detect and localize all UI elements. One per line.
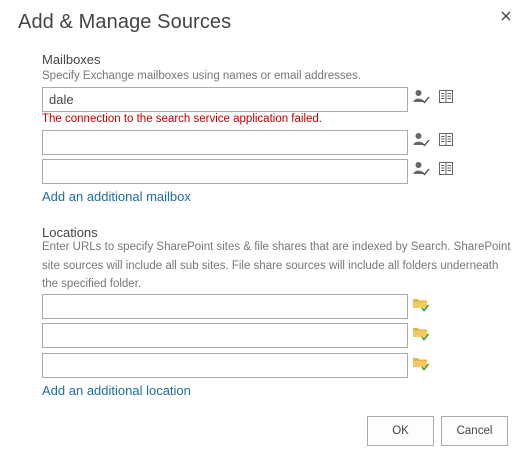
add-manage-sources-dialog: Add & Manage Sources Mailboxes Specify E… — [0, 0, 526, 453]
address-book-icon — [439, 90, 453, 103]
mailbox-input-1[interactable]: dale — [42, 87, 408, 112]
mailbox-error-message: The connection to the search service app… — [42, 113, 322, 125]
mailbox-input-3[interactable] — [42, 159, 408, 184]
check-names-button-3[interactable] — [412, 160, 430, 178]
cancel-button[interactable]: Cancel — [441, 416, 508, 446]
close-icon — [501, 11, 511, 21]
address-book-button-3[interactable] — [437, 160, 455, 178]
mailbox-input-1-value: dale — [49, 92, 74, 107]
check-names-button-1[interactable] — [412, 88, 430, 106]
location-input-2[interactable] — [42, 323, 408, 348]
folder-check-icon — [413, 299, 430, 312]
browse-location-button-1[interactable] — [412, 295, 430, 313]
mailboxes-description: Specify Exchange mailboxes using names o… — [42, 70, 361, 82]
browse-location-button-3[interactable] — [412, 354, 430, 372]
check-names-icon — [413, 90, 430, 104]
browse-location-button-2[interactable] — [412, 324, 430, 342]
address-book-icon — [439, 133, 453, 146]
location-input-1[interactable] — [42, 294, 408, 319]
add-location-link[interactable]: Add an additional location — [42, 383, 191, 398]
locations-description-line-1: Enter URLs to specify SharePoint sites &… — [42, 241, 511, 253]
folder-check-icon — [413, 328, 430, 341]
folder-check-icon — [413, 358, 430, 371]
address-book-button-1[interactable] — [437, 88, 455, 106]
mailbox-input-2[interactable] — [42, 130, 408, 155]
dialog-title: Add & Manage Sources — [18, 11, 232, 33]
location-input-3[interactable] — [42, 353, 408, 378]
locations-description-line-2: site sources will include all sub sites.… — [42, 260, 499, 272]
check-names-button-2[interactable] — [412, 131, 430, 149]
mailboxes-label: Mailboxes — [42, 52, 101, 67]
locations-description-line-3: the specified folder. — [42, 278, 142, 290]
address-book-icon — [439, 162, 453, 175]
address-book-button-2[interactable] — [437, 131, 455, 149]
check-names-icon — [413, 162, 430, 176]
add-mailbox-link[interactable]: Add an additional mailbox — [42, 189, 191, 204]
close-button[interactable] — [498, 8, 514, 24]
check-names-icon — [413, 133, 430, 147]
ok-button[interactable]: OK — [367, 416, 434, 446]
